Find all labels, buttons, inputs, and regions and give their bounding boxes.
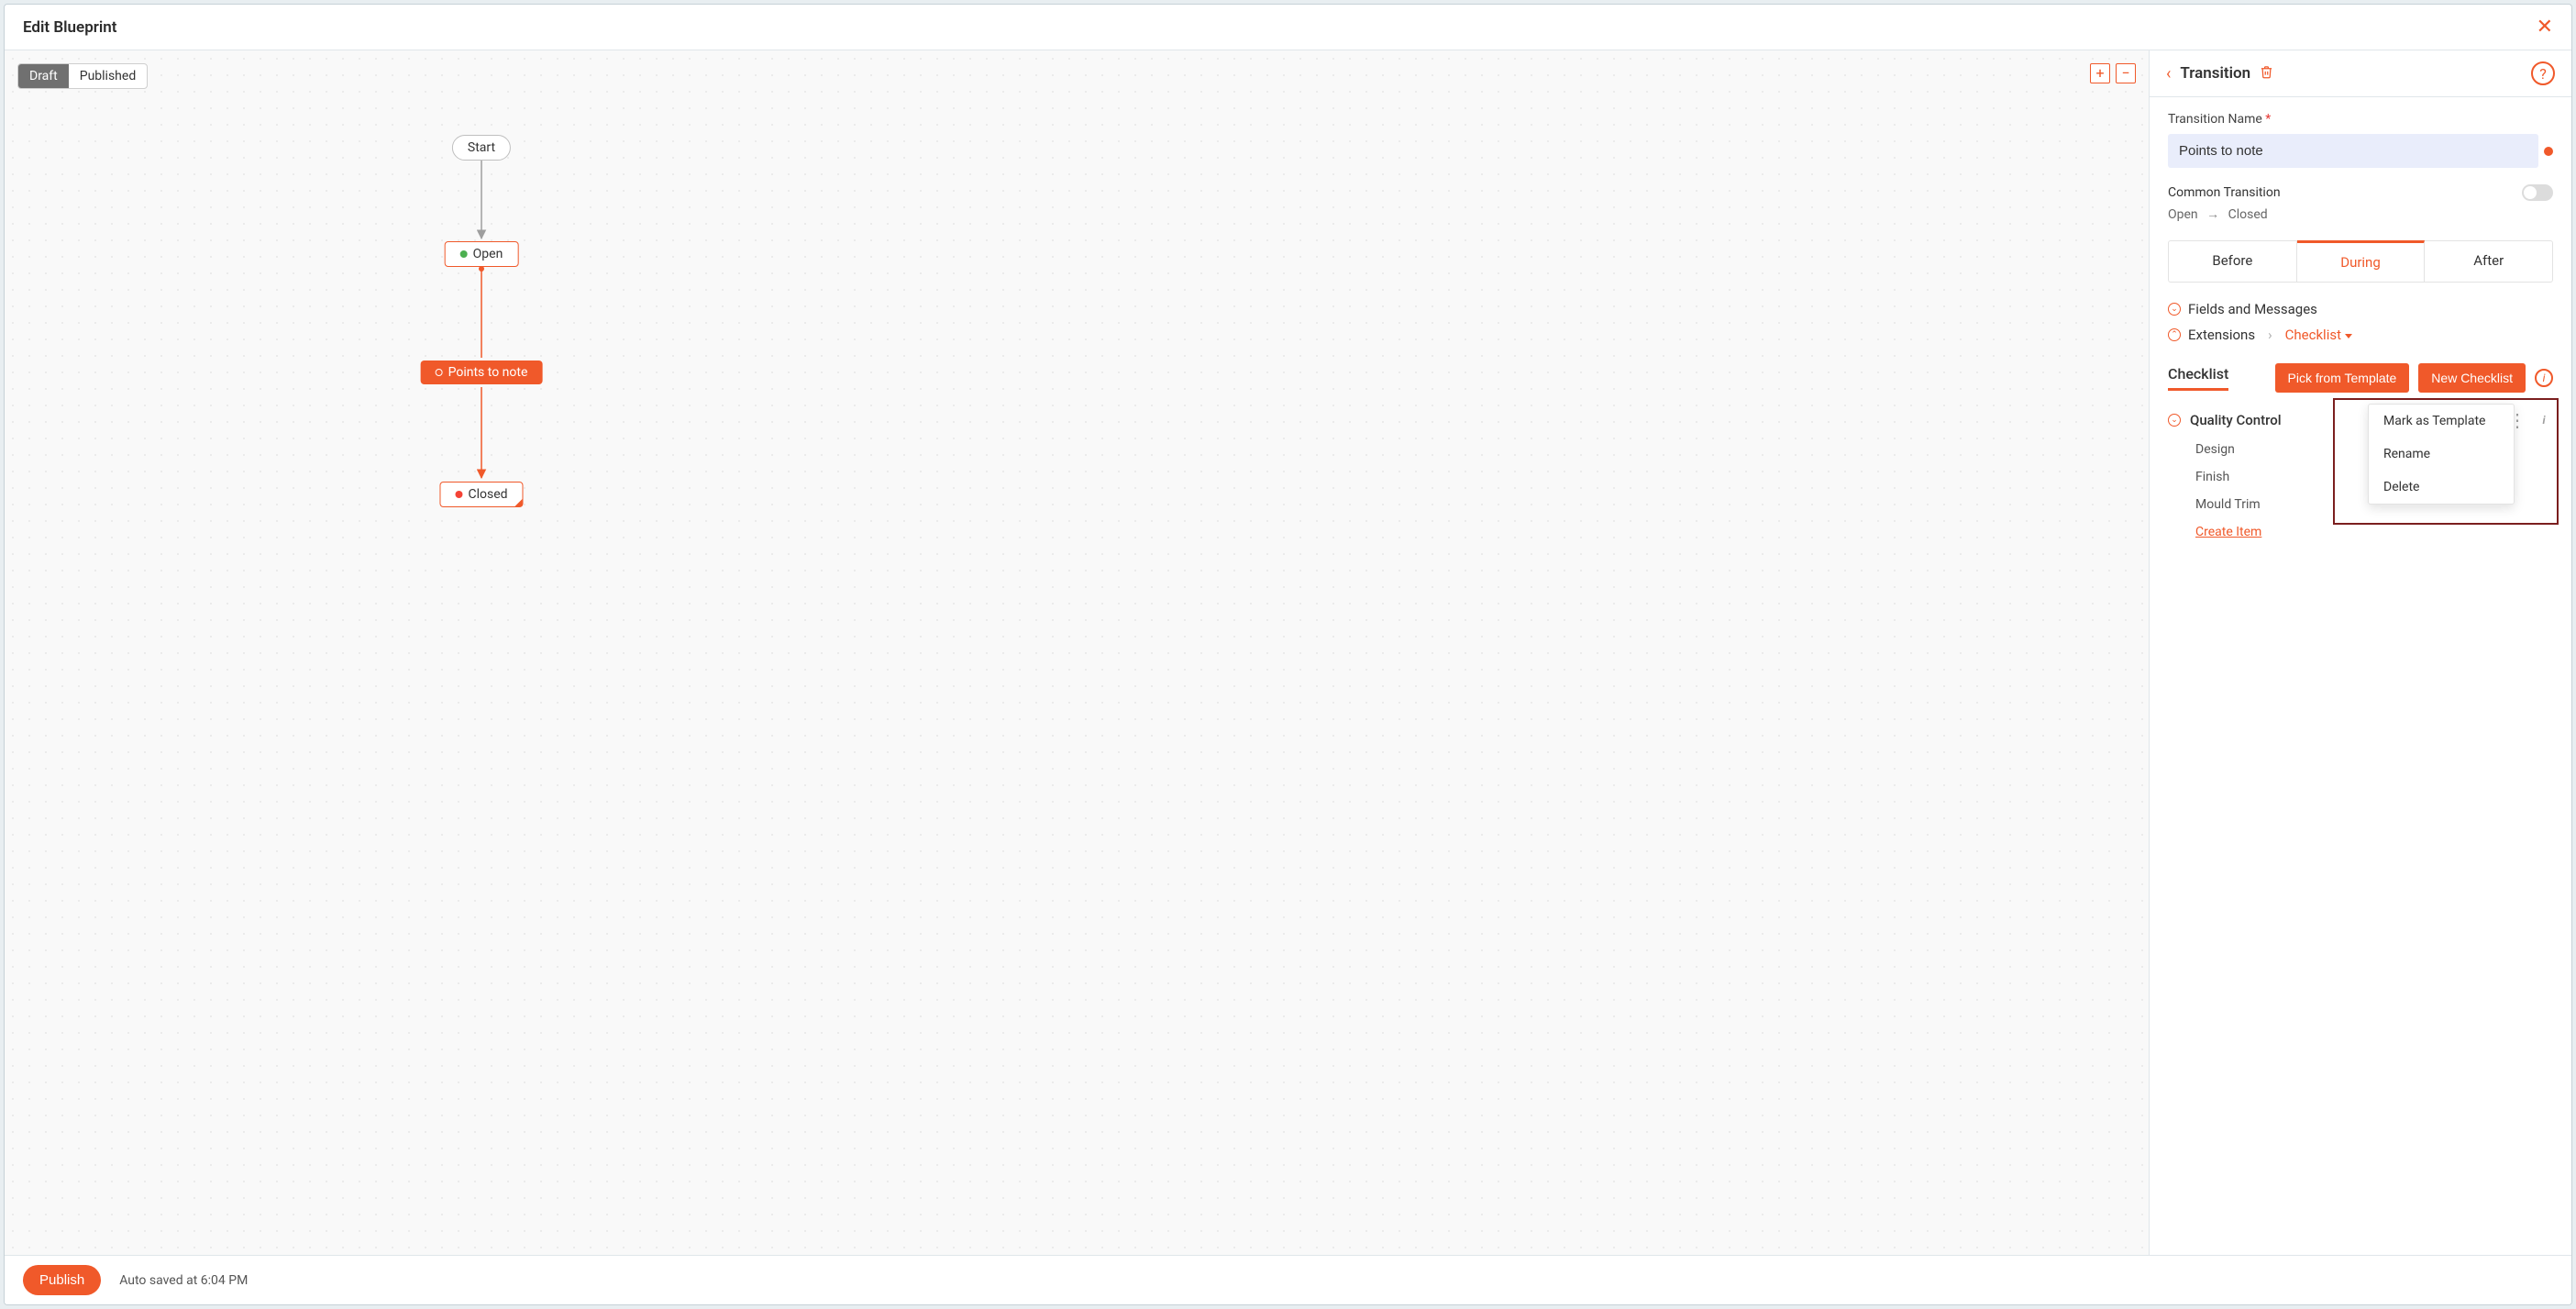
node-start[interactable]: Start (452, 135, 511, 161)
dirty-indicator-icon (2544, 147, 2553, 156)
expand-icon: ⌃ (2168, 328, 2181, 341)
node-transition-label: Points to note (448, 365, 528, 380)
extensions-breadcrumb-current[interactable]: Checklist (2285, 327, 2352, 343)
arrow-right-icon: → (2206, 207, 2219, 222)
checklist-group-name: Quality Control (2190, 412, 2282, 428)
new-checklist-button[interactable]: New Checklist (2418, 363, 2526, 393)
group-collapse-icon[interactable]: ⌄ (2168, 414, 2181, 427)
node-open[interactable]: Open (445, 241, 519, 267)
fields-messages-label: Fields and Messages (2188, 301, 2317, 317)
node-start-label: Start (468, 140, 495, 155)
checklist-subtab[interactable]: Checklist (2168, 365, 2228, 391)
collapse-icon: ⌄ (2168, 303, 2181, 316)
pick-from-template-button[interactable]: Pick from Template (2275, 363, 2410, 393)
breadcrumb-separator-icon: › (2268, 327, 2272, 343)
checklist-header: Checklist Pick from Template New Checkli… (2168, 363, 2553, 393)
node-transition[interactable]: Points to note (421, 361, 543, 384)
status-dot-green-icon (460, 250, 468, 258)
phase-tabs: Before During After (2168, 240, 2553, 283)
required-asterisk: * (2265, 112, 2271, 127)
delete-transition-icon[interactable] (2260, 65, 2273, 83)
common-transition-row: Common Transition (2168, 184, 2553, 201)
status-dot-red-icon (455, 491, 462, 498)
back-chevron-icon[interactable]: ‹ (2166, 64, 2171, 83)
tab-after[interactable]: After (2425, 241, 2552, 282)
extensions-section[interactable]: ⌃ Extensions › Checklist (2168, 327, 2553, 343)
canvas-pane[interactable]: Draft Published + − (5, 50, 2150, 1255)
blueprint-editor-window: Edit Blueprint ✕ Draft Published + − (4, 4, 2572, 1305)
footer-bar: Publish Auto saved at 6:04 PM (5, 1255, 2571, 1304)
transition-name-wrap (2168, 134, 2553, 168)
dropdown-caret-icon (2345, 334, 2352, 338)
side-panel-header: ‹ Transition ? (2150, 50, 2571, 97)
transition-path: Open → Closed (2168, 206, 2553, 222)
menu-mark-as-template[interactable]: Mark as Template (2369, 405, 2514, 438)
transition-from: Open (2168, 207, 2198, 222)
transition-to: Closed (2228, 207, 2268, 222)
flow-diagram: Start Open Points to note Closed (5, 50, 2149, 1255)
extensions-label: Extensions (2188, 327, 2255, 343)
title-bar: Edit Blueprint ✕ (5, 5, 2571, 50)
transition-name-label: Transition Name * (2168, 112, 2553, 127)
info-icon[interactable]: i (2535, 369, 2553, 387)
tab-during[interactable]: During (2297, 240, 2426, 282)
menu-delete[interactable]: Delete (2369, 471, 2514, 504)
side-panel: ‹ Transition ? Transition Name * Common … (2150, 50, 2571, 1255)
tab-before[interactable]: Before (2169, 241, 2297, 282)
editor-body: Draft Published + − (5, 50, 2571, 1255)
common-transition-label: Common Transition (2168, 185, 2281, 200)
fields-messages-section[interactable]: ⌄ Fields and Messages (2168, 301, 2553, 317)
publish-button[interactable]: Publish (23, 1265, 101, 1295)
menu-rename[interactable]: Rename (2369, 438, 2514, 471)
side-panel-title: Transition (2180, 64, 2250, 83)
connectors (5, 50, 2149, 1255)
create-item-link[interactable]: Create Item (2195, 525, 2261, 539)
autosave-status: Auto saved at 6:04 PM (119, 1273, 248, 1288)
page-title: Edit Blueprint (23, 18, 117, 37)
close-icon[interactable]: ✕ (2537, 16, 2553, 39)
transition-ring-icon (436, 369, 443, 376)
node-closed-label: Closed (468, 487, 507, 502)
common-transition-toggle[interactable] (2522, 184, 2553, 201)
checklist-group: ⌄ Quality Control ⋮ i Design Finish Moul… (2168, 409, 2553, 539)
help-icon[interactable]: ? (2531, 61, 2555, 85)
node-closed[interactable]: Closed (439, 482, 523, 507)
node-open-label: Open (473, 247, 503, 261)
side-panel-content: Transition Name * Common Transition Open… (2150, 97, 2571, 1255)
group-info-icon[interactable]: i (2535, 411, 2553, 429)
checklist-context-menu: Mark as Template Rename Delete (2368, 404, 2515, 505)
transition-name-input[interactable] (2168, 134, 2538, 168)
